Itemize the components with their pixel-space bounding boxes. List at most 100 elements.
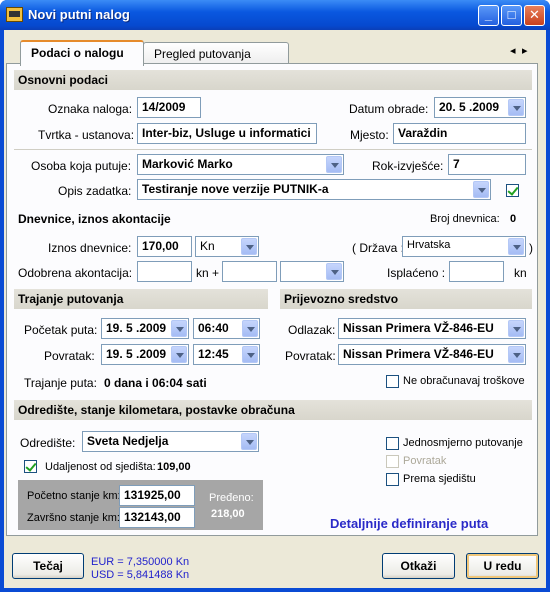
broj-dnevnica-value: 0 — [510, 213, 517, 225]
ne-obracunavaj-label: Ne obračunavaj troškove — [403, 375, 525, 387]
pocetno-field[interactable]: 131925,00 — [119, 485, 195, 506]
datum-label: Datum obrade: — [349, 102, 429, 116]
mjesto-field[interactable]: Varaždin — [393, 123, 526, 144]
close-button[interactable]: ✕ — [524, 5, 545, 26]
osoba-value: Marković Marko — [142, 157, 233, 171]
ne-obracunavaj-checkbox[interactable] — [386, 375, 399, 388]
prema-sjedistu-checkbox[interactable] — [386, 473, 399, 486]
odlazak-vehicle-select[interactable]: Nissan Primera VŽ-846-EU — [338, 318, 526, 339]
zavrsno-label: Završno stanje km: — [27, 512, 120, 524]
detaljnije-link[interactable]: Detaljnije definiranje puta — [330, 516, 488, 531]
section-odrediste: Odredište, stanje kilometara, postavke o… — [14, 400, 532, 420]
povratak-vehicle-select[interactable]: Nissan Primera VŽ-846-EU — [338, 344, 526, 365]
divider — [14, 149, 532, 150]
povratak-option-label: Povratak — [403, 455, 447, 467]
chevron-down-icon[interactable] — [171, 346, 187, 363]
isplaceno-field[interactable] — [449, 261, 504, 282]
rok-field[interactable]: 7 — [448, 154, 526, 175]
section-trajanje: Trajanje putovanja — [14, 289, 268, 309]
jednosmjerno-checkbox[interactable] — [386, 437, 399, 450]
usd-rate: USD = 5,841488 Kn — [91, 569, 190, 581]
eur-rate: EUR = 7,350000 Kn — [91, 556, 190, 568]
section-osnovni-podaci: Osnovni podaci — [14, 70, 532, 90]
pocetak-time: 06:40 — [198, 321, 229, 335]
kn-plus-label: kn + — [196, 266, 220, 280]
section-prijevozno: Prijevozno sredstvo — [280, 289, 532, 309]
tab-scroll-left-icon[interactable]: ◂ — [510, 44, 516, 57]
isplaceno-unit: kn — [514, 266, 527, 280]
prema-sjedistu-label: Prema sjedištu — [403, 473, 476, 485]
iznos-field[interactable]: 170,00 — [137, 236, 192, 257]
tvrtka-field[interactable]: Inter-biz, Usluge u informatici — [137, 123, 317, 144]
iznos-currency-select[interactable]: Kn — [195, 236, 259, 257]
zavrsno-field[interactable]: 132143,00 — [119, 507, 195, 528]
section-dnevnice: Dnevnice, iznos akontacije — [18, 212, 171, 226]
udaljenost-label: Udaljenost od sjedišta: — [45, 461, 156, 473]
isplaceno-label: Isplaćeno : — [387, 266, 446, 280]
pocetak-label: Početak puta: — [24, 323, 98, 337]
osoba-label: Osoba koja putuje: — [31, 159, 132, 173]
akontacija-field[interactable] — [137, 261, 192, 282]
datum-value: 20. 5 .2009 — [439, 100, 500, 114]
chevron-down-icon[interactable] — [326, 263, 342, 280]
predeno-label: Pređeno: — [209, 492, 254, 504]
povratak-date: 19. 5 .2009 — [106, 347, 167, 361]
opis-label: Opis zadatka: — [58, 184, 132, 198]
pocetno-label: Početno stanje km: — [27, 490, 121, 502]
drzava-value: Hrvatska — [407, 239, 451, 251]
odlazak-label: Odlazak: — [288, 323, 336, 337]
rok-label: Rok-izvješće: — [372, 159, 444, 173]
drzava-select[interactable]: Hrvatska — [402, 236, 526, 257]
pocetak-date: 19. 5 .2009 — [106, 321, 167, 335]
drzava-close-paren: ) — [529, 241, 533, 255]
drzava-label: ( Država : — [352, 241, 405, 255]
opis-select[interactable]: Testiranje nove verzije PUTNIK-a — [137, 179, 491, 200]
ok-button[interactable]: U redu — [466, 553, 539, 579]
udaljenost-checkbox[interactable] — [24, 460, 37, 473]
trajanje-label: Trajanje puta: — [24, 376, 97, 390]
trajanje-value: 0 dana i 06:04 sati — [104, 376, 207, 390]
tecaj-button[interactable]: Tečaj — [12, 553, 84, 579]
oznaka-field[interactable]: 14/2009 — [137, 97, 201, 118]
chevron-down-icon[interactable] — [242, 320, 258, 337]
tab-podaci-o-nalogu[interactable]: Podaci o nalogu — [20, 40, 144, 66]
chevron-down-icon[interactable] — [241, 433, 257, 450]
pocetak-date-picker[interactable]: 19. 5 .2009 — [101, 318, 189, 339]
pocetak-time-picker[interactable]: 06:40 — [193, 318, 260, 339]
maximize-button[interactable]: □ — [501, 5, 522, 26]
chevron-down-icon[interactable] — [326, 156, 342, 173]
chevron-down-icon[interactable] — [508, 238, 524, 255]
mjesto-label: Mjesto: — [350, 128, 389, 142]
chevron-down-icon[interactable] — [241, 238, 257, 255]
povratak-date-picker[interactable]: 19. 5 .2009 — [101, 344, 189, 365]
povratak-label: Povratak: — [44, 349, 95, 363]
chevron-down-icon[interactable] — [473, 181, 489, 198]
chevron-down-icon[interactable] — [242, 346, 258, 363]
chevron-down-icon[interactable] — [171, 320, 187, 337]
datum-picker[interactable]: 20. 5 .2009 — [434, 97, 526, 118]
povratak-vehicle: Nissan Primera VŽ-846-EU — [343, 347, 494, 361]
povratak-time: 12:45 — [198, 347, 229, 361]
chevron-down-icon[interactable] — [508, 346, 524, 363]
app-icon — [6, 7, 23, 22]
udaljenost-value: 109,00 — [157, 461, 191, 473]
tab-scroll-right-icon[interactable]: ▸ — [522, 44, 528, 57]
chevron-down-icon[interactable] — [508, 320, 524, 337]
akontacija2-field[interactable] — [222, 261, 277, 282]
osoba-select[interactable]: Marković Marko — [137, 154, 344, 175]
jednosmjerno-label: Jednosmjerno putovanje — [403, 437, 523, 449]
otkazi-button[interactable]: Otkaži — [382, 553, 455, 579]
predeno-value: 218,00 — [211, 508, 245, 520]
minimize-button[interactable]: _ — [478, 5, 499, 26]
title-bar[interactable]: Novi putni nalog _ □ ✕ — [0, 0, 550, 30]
povratak-checkbox[interactable] — [386, 455, 399, 468]
odrediste-label: Odredište: — [20, 436, 76, 450]
akontacija-currency-select[interactable] — [280, 261, 344, 282]
odrediste-value: Sveta Nedjelja — [87, 434, 169, 448]
iznos-currency: Kn — [200, 239, 215, 253]
window-title: Novi putni nalog — [28, 7, 130, 22]
chevron-down-icon[interactable] — [508, 99, 524, 116]
povratak-time-picker[interactable]: 12:45 — [193, 344, 260, 365]
opis-checkbox[interactable] — [506, 184, 519, 197]
odrediste-select[interactable]: Sveta Nedjelja — [82, 431, 259, 452]
